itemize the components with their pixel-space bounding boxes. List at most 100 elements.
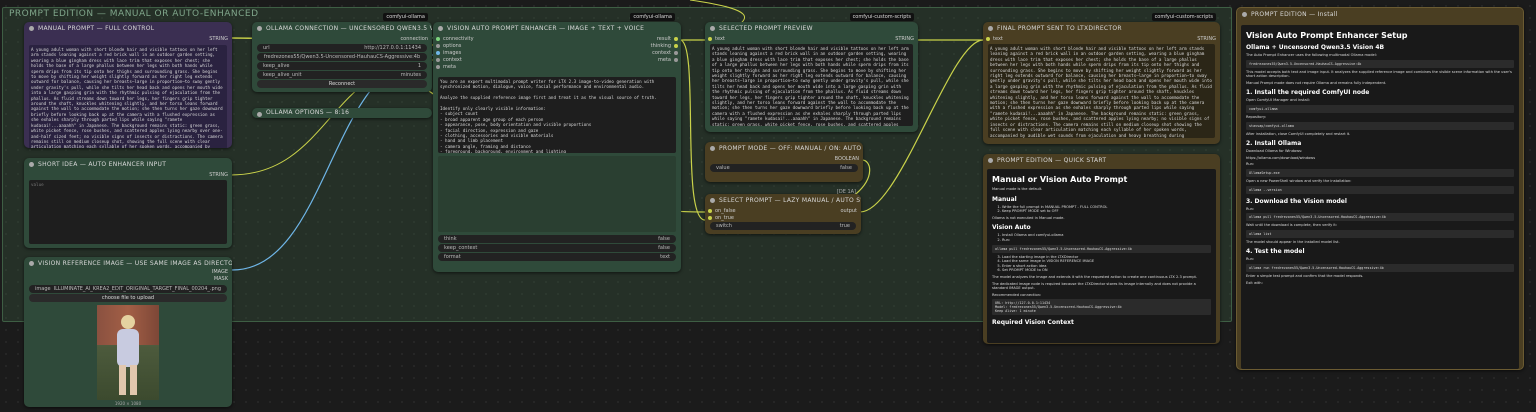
- think-value: false: [658, 236, 670, 242]
- node-manual-prompt[interactable]: MANUAL PROMPT — FULL CONTROL STRING A yo…: [24, 22, 232, 148]
- output-meta[interactable]: meta: [651, 56, 681, 64]
- think-label: think: [444, 236, 457, 242]
- model-widget[interactable]: fredrezones55/Qwen3.5-Uncensored-HauhauC…: [257, 53, 427, 61]
- output-image[interactable]: IMAGE: [212, 269, 228, 275]
- install-p10: Open a new PowerShell window and verify …: [1246, 178, 1352, 183]
- url-value: http://127.0.0.1:11434: [364, 45, 421, 51]
- short-idea-textarea[interactable]: value: [29, 180, 227, 244]
- install-code4: OllamaSetup.exe: [1246, 168, 1514, 177]
- placeholder-text: value: [31, 182, 44, 187]
- install-p12: Wait until the download is complete, the…: [1246, 223, 1338, 228]
- qs-p5: Recommended connection:: [992, 292, 1042, 297]
- node-prompt-mode[interactable]: PROMPT MODE — OFF: MANUAL / ON: AUTO ENH…: [705, 142, 863, 195]
- input-meta[interactable]: meta: [433, 63, 474, 71]
- url-widget[interactable]: url http://127.0.0.1:11434: [257, 44, 427, 52]
- node-final-prompt[interactable]: comfyui-custom-scripts FINAL PROMPT SENT…: [983, 13, 1220, 144]
- qs-ctx-heading: Required Vision Context: [992, 319, 1074, 327]
- install-code2: comfyui-ollama: [1246, 104, 1514, 113]
- install-p8[interactable]: https://ollama.com/download/windows: [1246, 156, 1514, 161]
- badge: comfyui-custom-scripts: [1151, 13, 1216, 21]
- node-title[interactable]: OLLAMA CONNECTION — UNCENSORED QWEN3.5 V…: [252, 22, 432, 35]
- node-select-prompt[interactable]: SELECT PROMPT — LAZY MANUAL / AUTO SW...…: [705, 194, 861, 234]
- preview-textarea[interactable]: A young adult woman with short blonde ha…: [710, 44, 913, 126]
- node-title[interactable]: PROMPT EDITION — Install: [1237, 8, 1523, 21]
- node-title[interactable]: SELECT PROMPT — LAZY MANUAL / AUTO SW...: [705, 194, 861, 207]
- format-label: format: [444, 254, 461, 260]
- install-code8: ollama run fredrezones55/Qwen3.5-Uncenso…: [1246, 263, 1514, 272]
- node-title[interactable]: VISION AUTO PROMPT ENHANCER — IMAGE + TE…: [433, 22, 681, 35]
- qs-vision-steps: Install Ollama and comfyui-ollama Run:: [992, 233, 1211, 242]
- keep-alive-unit-widget[interactable]: keep_alive_unit minutes: [257, 71, 427, 79]
- output-connection[interactable]: connection: [400, 36, 428, 42]
- reconnect-button[interactable]: Reconnect: [257, 80, 427, 88]
- node-ollama-connection[interactable]: comfyui-ollama OLLAMA CONNECTION — UNCEN…: [252, 13, 432, 92]
- node-title[interactable]: PROMPT MODE — OFF: MANUAL / ON: AUTO ENH…: [705, 142, 863, 155]
- qs-p2: Ollama is not executed in Manual mode.: [992, 215, 1065, 220]
- keep-alive-unit-label: keep_alive_unit: [263, 72, 302, 78]
- install-p4: Open ComfyUI Manager and install:: [1246, 98, 1310, 103]
- qs-heading: Manual or Vision Auto Prompt: [992, 175, 1128, 184]
- output-boolean[interactable]: BOOLEAN: [835, 156, 859, 162]
- install-code3: stavsap/comfyui-ollama: [1246, 121, 1514, 130]
- output-output[interactable]: output: [841, 208, 858, 214]
- node-ollama-options[interactable]: OLLAMA OPTIONS — 8:16: [252, 108, 432, 118]
- node-vision-reference[interactable]: VISION REFERENCE IMAGE — USE SAME IMAGE …: [24, 257, 232, 407]
- keep-alive-unit-value: minutes: [400, 72, 421, 78]
- node-title[interactable]: MANUAL PROMPT — FULL CONTROL: [24, 22, 232, 35]
- format-value: text: [660, 254, 670, 260]
- install-code7: ollama list: [1246, 229, 1514, 238]
- keep-context-value: false: [658, 245, 670, 251]
- keep-alive-label: keep_alive: [263, 63, 290, 69]
- keep-context-widget[interactable]: keep_context false: [438, 244, 676, 252]
- output-mask[interactable]: MASK: [214, 276, 228, 282]
- node-title[interactable]: VISION REFERENCE IMAGE — USE SAME IMAGE …: [24, 257, 232, 270]
- image-select[interactable]: image ILLUMINATE_AI_KREA2_EDIT_ORIGINAL_T…: [29, 285, 227, 293]
- node-title[interactable]: OLLAMA OPTIONS — 8:16: [252, 108, 432, 118]
- prompt-mode-toggle[interactable]: value false: [710, 164, 858, 172]
- input-text[interactable]: text: [705, 35, 918, 43]
- output-string[interactable]: STRING: [209, 172, 228, 178]
- keep-alive-widget[interactable]: keep_alive 1: [257, 62, 427, 70]
- image-label: image: [35, 286, 51, 292]
- group-title: PROMPT EDITION — MANUAL OR AUTO-ENHANCED: [9, 9, 259, 19]
- node-quick-start[interactable]: PROMPT EDITION — QUICK START Manual or V…: [983, 154, 1220, 344]
- node-selected-preview[interactable]: comfyui-custom-scripts SELECTED PROMPT P…: [705, 13, 918, 132]
- format-widget[interactable]: format text: [438, 253, 676, 261]
- image-filename: ILLUMINATE_AI_KREA2_EDIT_ORIGINAL_TARGET…: [53, 286, 221, 292]
- qs-vision-steps2: Load the starting image in the LTXDirect…: [992, 255, 1211, 273]
- input-text[interactable]: text: [983, 35, 1220, 43]
- image-dimensions: 1920 × 1080: [114, 401, 142, 406]
- final-prompt-textarea[interactable]: A young adult woman with short blonde ha…: [988, 44, 1215, 138]
- node-title[interactable]: FINAL PROMPT SENT TO LTXDIRECTOR: [983, 22, 1220, 35]
- output-string[interactable]: STRING: [1197, 36, 1216, 42]
- install-code1: fredrezones55/Qwen3.5-Uncensored-HauhauC…: [1246, 59, 1514, 68]
- output-string[interactable]: STRING: [895, 36, 914, 42]
- qs-vision-heading: Vision Auto: [992, 224, 1031, 232]
- node-title[interactable]: PROMPT EDITION — QUICK START: [983, 154, 1220, 167]
- system-prompt-textarea[interactable]: You are an expert multimodal prompt writ…: [438, 77, 676, 153]
- value-toggle: false: [840, 165, 852, 171]
- manual-prompt-textarea[interactable]: A young adult woman with short blonde ha…: [29, 45, 227, 148]
- keep-alive-value: 1: [417, 63, 421, 69]
- switch-widget[interactable]: switch true: [710, 222, 856, 230]
- install-heading: Vision Auto Prompt Enhancer Setup: [1246, 31, 1408, 40]
- quick-start-doc: Manual or Vision Auto Prompt Manual mode…: [987, 169, 1216, 343]
- upload-button[interactable]: choose file to upload: [29, 294, 227, 302]
- ollama-output-area: [438, 156, 676, 232]
- install-h3: 2. Install Ollama: [1246, 140, 1302, 148]
- install-p16: Exit with:: [1246, 280, 1263, 285]
- qs-p1: Manual mode is the default.: [992, 187, 1043, 191]
- input-on-true[interactable]: on_true: [705, 214, 861, 222]
- node-short-idea[interactable]: SHORT IDEA — AUTO ENHANCER INPUT STRING …: [24, 158, 232, 248]
- install-p5: Repository:: [1246, 114, 1267, 119]
- node-canvas[interactable]: PROMPT EDITION — MANUAL OR AUTO-ENHANCED…: [0, 0, 1536, 412]
- think-widget[interactable]: think false: [438, 235, 676, 243]
- node-install[interactable]: PROMPT EDITION — Install Vision Auto Pro…: [1236, 7, 1524, 370]
- install-p7: Download Ollama for Windows:: [1246, 149, 1303, 154]
- install-code6: ollama pull fredrezones55/Qwen3.5-Uncens…: [1246, 213, 1514, 222]
- node-title[interactable]: SELECTED PROMPT PREVIEW: [705, 22, 918, 35]
- node-vision-enhancer[interactable]: comfyui-ollama VISION AUTO PROMPT ENHANC…: [433, 13, 681, 272]
- output-string[interactable]: STRING: [209, 36, 228, 42]
- qs-p4: The dedicated image node is required bec…: [992, 281, 1196, 291]
- node-title[interactable]: SHORT IDEA — AUTO ENHANCER INPUT: [24, 158, 232, 171]
